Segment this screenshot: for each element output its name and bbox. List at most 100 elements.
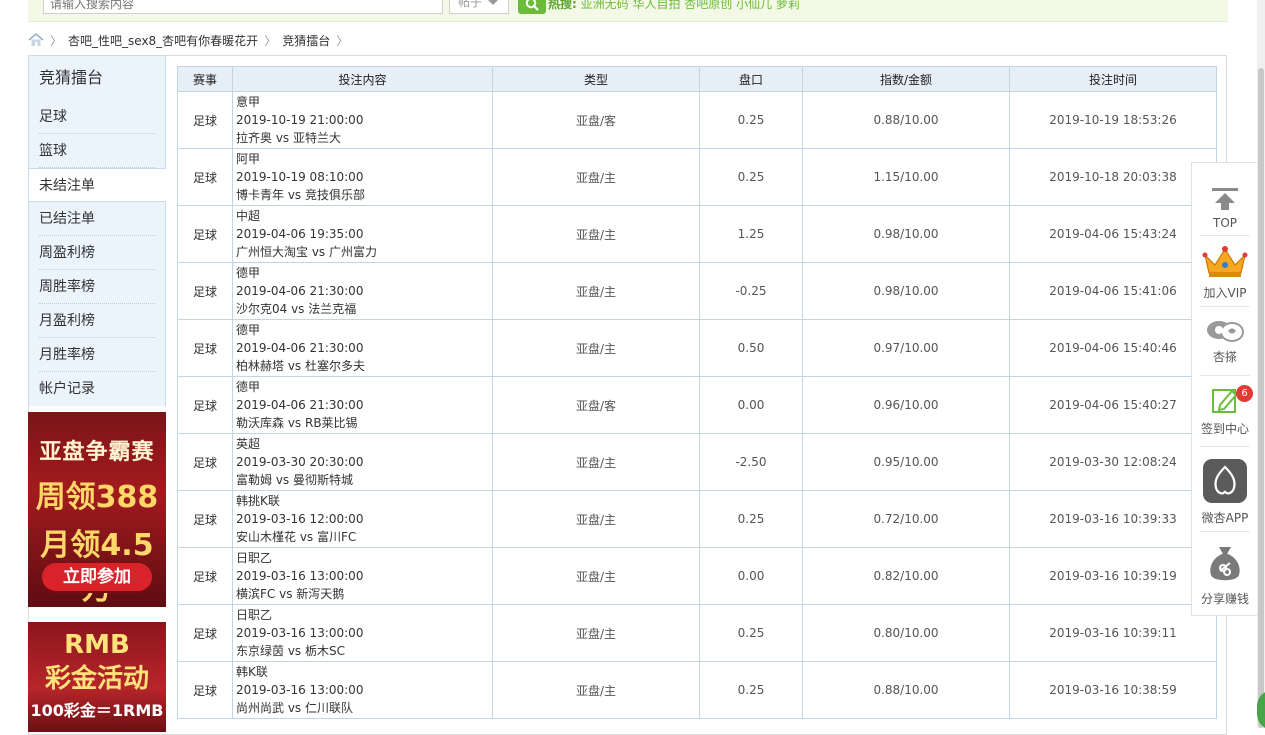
table-row: 足球 德甲 2019-04-06 21:30:00 勒沃库森 vs RB莱比锡 亚盘/客… — [177, 376, 1217, 434]
sidebar-item-football[interactable]: 足球 — [28, 100, 166, 134]
column-header: 投注内容 — [232, 66, 493, 92]
search-scope-select[interactable]: 帖子 — [449, 0, 509, 14]
cell-bet-time: 2019-03-30 12:08:24 — [1009, 433, 1217, 491]
breadcrumb-forum-link[interactable]: 杏吧_性吧_sex8_杏吧有你春暖花开 — [68, 32, 258, 49]
home-icon[interactable] — [28, 33, 44, 47]
join-now-button[interactable]: 立即参加 — [42, 563, 152, 591]
cell-bet-content: 日职乙 2019-03-16 13:00:00 东京绿茵 vs 栃木SC — [232, 604, 493, 662]
edit-pencil-icon — [1212, 389, 1238, 413]
bet-teams: 沙尔克04 vs 法兰克福 — [236, 302, 357, 316]
cell-handicap: 0.25 — [699, 490, 803, 548]
sidebar-item-account-records[interactable]: 帐户记录 — [28, 372, 166, 406]
xingcuo-button[interactable]: 杏搽 — [1192, 319, 1258, 365]
cell-sport: 足球 — [177, 319, 233, 377]
bet-match-time: 2019-03-16 13:00:00 — [236, 626, 364, 640]
cell-handicap: 0.25 — [699, 91, 803, 149]
cell-handicap: 1.25 — [699, 205, 803, 263]
divider — [1200, 531, 1250, 532]
bet-teams: 柏林赫塔 vs 杜塞尔多夫 — [236, 359, 365, 373]
sidebar-item-monthly-profit[interactable]: 月盈利榜 — [28, 304, 166, 338]
bet-match-time: 2019-10-19 08:10:00 — [236, 170, 364, 184]
bet-match-time: 2019-03-16 13:00:00 — [236, 683, 364, 697]
page-scrollbar[interactable] — [1257, 0, 1265, 728]
column-header: 盘口 — [699, 66, 803, 92]
cell-odds-amount: 0.96/10.00 — [802, 376, 1010, 434]
cell-sport: 足球 — [177, 262, 233, 320]
cell-bet-time: 2019-03-16 10:39:19 — [1009, 547, 1217, 605]
cell-odds-amount: 0.97/10.00 — [802, 319, 1010, 377]
cell-bet-time: 2019-03-16 10:38:59 — [1009, 661, 1217, 719]
bet-match-time: 2019-04-06 19:35:00 — [236, 227, 364, 241]
chat-bubbles-icon — [1207, 321, 1244, 342]
breadcrumb-separator: 〉 — [264, 33, 277, 48]
bet-match-time: 2019-03-16 12:00:00 — [236, 512, 364, 526]
bet-match-time: 2019-04-06 21:30:00 — [236, 284, 364, 298]
cell-bet-content: 德甲 2019-04-06 21:30:00 勒沃库森 vs RB莱比锡 — [232, 376, 493, 434]
cell-bet-time: 2019-04-06 15:41:06 — [1009, 262, 1217, 320]
cell-bet-content: 阿甲 2019-10-19 08:10:00 博卡青年 vs 竞技俱乐部 — [232, 148, 493, 206]
cell-type: 亚盘/主 — [492, 148, 700, 206]
table-row: 足球 德甲 2019-04-06 21:30:00 柏林赫塔 vs 杜塞尔多夫 亚盘/主… — [177, 319, 1217, 377]
search-scope-label: 帖子 — [458, 0, 483, 9]
column-header: 投注时间 — [1009, 66, 1217, 92]
cell-bet-content: 德甲 2019-04-06 21:30:00 柏林赫塔 vs 杜塞尔多夫 — [232, 319, 493, 377]
xing-app-label: 微杏APP — [1201, 511, 1249, 525]
divider — [1200, 235, 1250, 236]
cell-handicap: 0.25 — [699, 661, 803, 719]
breadcrumb-current[interactable]: 竞猜擂台 — [282, 32, 330, 49]
banner-line: RMB — [64, 630, 130, 660]
cell-handicap: 0.50 — [699, 319, 803, 377]
bet-league: 日职乙 — [236, 608, 273, 622]
hot-search-terms[interactable]: 亚洲无码 华人自拍 杏吧原创 小仙儿 萝莉 — [581, 0, 800, 11]
bet-teams: 拉齐奥 vs 亚特兰大 — [236, 131, 341, 145]
sidebar-item-monthly-winrate[interactable]: 月胜率榜 — [28, 338, 166, 372]
back-to-top-button[interactable]: TOP — [1192, 187, 1258, 230]
join-vip-label: 加入VIP — [1203, 286, 1247, 300]
cell-bet-content: 日职乙 2019-03-16 13:00:00 横滨FC vs 新泻天鹅 — [232, 547, 493, 605]
cell-odds-amount: 0.98/10.00 — [802, 205, 1010, 263]
column-header: 赛事 — [177, 66, 233, 92]
sidebar-item-weekly-profit[interactable]: 周盈利榜 — [28, 236, 166, 270]
cell-sport: 足球 — [177, 547, 233, 605]
bet-match-time: 2019-10-19 21:00:00 — [236, 113, 364, 127]
cell-odds-amount: 0.82/10.00 — [802, 547, 1010, 605]
cell-bet-time: 2019-03-16 10:39:11 — [1009, 604, 1217, 662]
promo-banner-rmb-bonus[interactable]: RMB 彩金活动 100彩金＝1RMB — [28, 622, 166, 732]
sidebar-item-settled[interactable]: 已结注单 — [28, 202, 166, 236]
search-button[interactable] — [518, 0, 546, 14]
cell-handicap: 0.00 — [699, 547, 803, 605]
bet-teams: 勒沃库森 vs RB莱比锡 — [236, 416, 358, 430]
bet-teams: 尚州尚武 vs 仁川联队 — [236, 701, 353, 715]
table-row: 足球 韩挑K联 2019-03-16 12:00:00 安山木槿花 vs 富川FC 亚盘… — [177, 490, 1217, 548]
search-input[interactable] — [43, 0, 443, 14]
bet-league: 德甲 — [236, 380, 261, 394]
join-vip-button[interactable]: 加入VIP — [1192, 245, 1258, 301]
column-header: 类型 — [492, 66, 700, 92]
sidebar-item-basketball[interactable]: 篮球 — [28, 134, 166, 168]
xing-app-button[interactable]: 微杏APP — [1192, 458, 1258, 526]
cell-sport: 足球 — [177, 205, 233, 263]
bet-match-time: 2019-03-30 20:30:00 — [236, 455, 364, 469]
cell-bet-content: 意甲 2019-10-19 21:00:00 拉齐奥 vs 亚特兰大 — [232, 91, 493, 149]
cell-type: 亚盘/客 — [492, 91, 700, 149]
table-row: 足球 中超 2019-04-06 19:35:00 广州恒大淘宝 vs 广州富力 亚盘/… — [177, 205, 1217, 263]
banner-line: 彩金活动 — [44, 664, 149, 694]
cell-handicap: -0.25 — [699, 262, 803, 320]
checkin-center-button[interactable]: 6 签到中心 — [1192, 385, 1258, 437]
cell-odds-amount: 0.98/10.00 — [802, 262, 1010, 320]
scrollbar-thumb[interactable] — [1258, 68, 1264, 728]
money-bag-icon — [1210, 547, 1240, 581]
bet-match-time: 2019-04-06 21:30:00 — [236, 341, 364, 355]
cell-bet-content: 中超 2019-04-06 19:35:00 广州恒大淘宝 vs 广州富力 — [232, 205, 493, 263]
bet-league: 日职乙 — [236, 551, 273, 565]
share-earn-button[interactable]: 分享赚钱 — [1192, 543, 1258, 607]
promo-banner-asian-handicap[interactable]: 亚盘争霸赛 周领388 月领4.5万 立即参加 — [28, 412, 166, 607]
sidebar-item-unsettled[interactable]: 未结注单 — [28, 168, 166, 202]
bet-match-time: 2019-03-16 13:00:00 — [236, 569, 364, 583]
sidebar-title: 竞猜擂台 — [28, 55, 166, 100]
cell-bet-time: 2019-03-16 10:39:33 — [1009, 490, 1217, 548]
sidebar-item-weekly-winrate[interactable]: 周胜率榜 — [28, 270, 166, 304]
cell-odds-amount: 0.80/10.00 — [802, 604, 1010, 662]
xingcuo-label: 杏搽 — [1212, 350, 1237, 364]
cell-type: 亚盘/客 — [492, 376, 700, 434]
